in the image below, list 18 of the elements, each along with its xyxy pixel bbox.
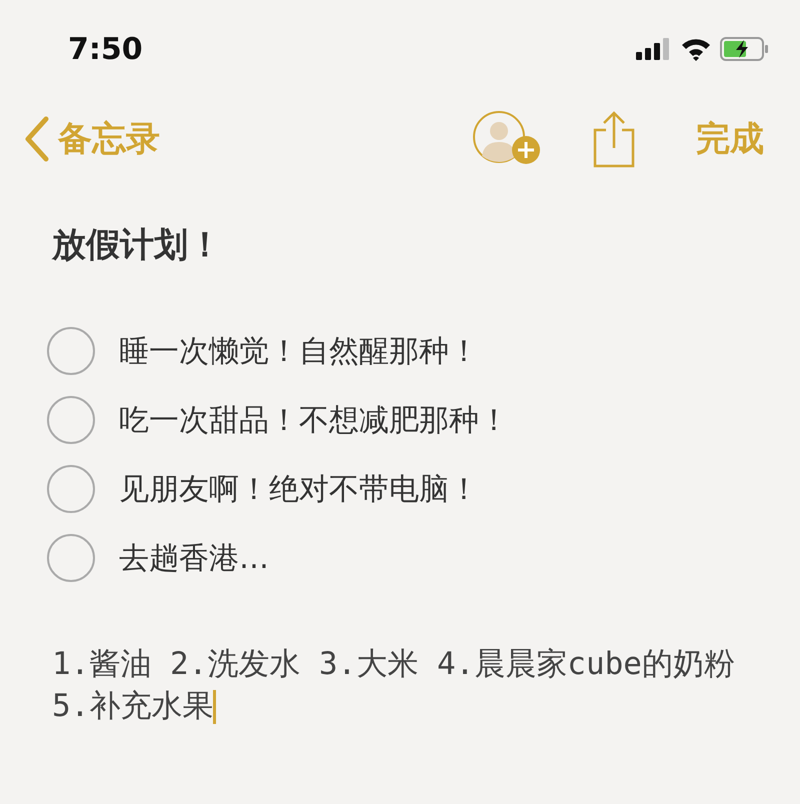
note-title: 放假计划！	[52, 224, 223, 267]
checklist-item-text: 见朋友啊！绝对不带电脑！	[119, 470, 479, 508]
back-button[interactable]: 备忘录	[24, 114, 160, 164]
checklist-item-text: 吃一次甜品！不想减肥那种！	[119, 402, 509, 440]
checklist-checkbox[interactable]	[47, 534, 95, 582]
done-button[interactable]: 完成	[696, 114, 764, 164]
checklist-item-text: 睡一次懒觉！自然醒那种！	[119, 332, 479, 370]
checklist-checkbox[interactable]	[47, 465, 95, 513]
signal-icon	[636, 38, 672, 60]
battery-charging-icon	[720, 37, 770, 61]
wifi-icon	[680, 37, 712, 61]
back-chevron-icon	[24, 116, 50, 162]
note-text: 1.酱油 2.洗发水 3.大米 4.晨晨家cube的奶粉 5.补充水果	[52, 645, 736, 726]
checklist-item-text: 去趟香港…	[119, 540, 269, 578]
checklist-checkbox[interactable]	[47, 327, 95, 375]
checklist-checkbox[interactable]	[47, 396, 95, 444]
status-time: 7:50	[68, 30, 143, 68]
share-icon[interactable]	[592, 110, 636, 168]
